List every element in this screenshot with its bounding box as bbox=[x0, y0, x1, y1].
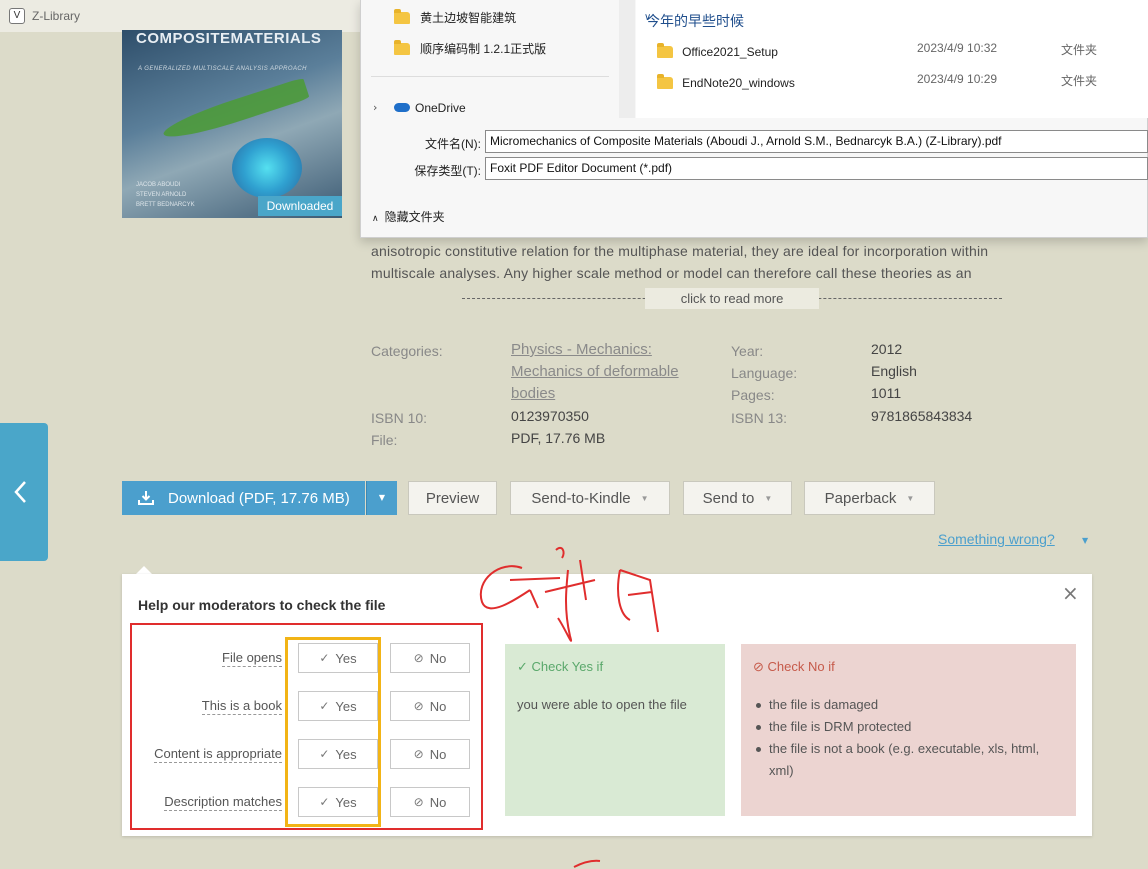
folder-icon bbox=[657, 42, 673, 58]
description-line: multiscale analyses. Any higher scale me… bbox=[371, 265, 972, 281]
filename-label: 文件名(N): bbox=[425, 137, 481, 151]
check-no-list: the file is damaged the file is DRM prot… bbox=[753, 694, 1053, 782]
pages-value: 1011 bbox=[871, 385, 902, 401]
paperback-label: Paperback bbox=[824, 489, 897, 507]
downloaded-badge: Downloaded bbox=[258, 196, 342, 216]
download-dropdown-caret-icon[interactable]: ▼ bbox=[366, 481, 397, 515]
check-icon: ✓ bbox=[517, 659, 532, 674]
check-yes-heading: ✓ Check Yes if bbox=[517, 659, 603, 675]
send-to-button[interactable]: Send to ▼ bbox=[683, 481, 792, 515]
hide-folders-label: 隐藏文件夹 bbox=[384, 210, 445, 224]
download-icon bbox=[138, 491, 154, 505]
expand-chevron-icon[interactable]: › bbox=[373, 101, 377, 114]
file-value: PDF, 17.76 MB bbox=[511, 430, 606, 446]
year-label: Year: bbox=[731, 343, 764, 359]
cover-heatmap-illustration bbox=[232, 138, 302, 198]
file-name: Office2021_Setup bbox=[682, 45, 778, 59]
chevron-up-icon: ∧ bbox=[372, 213, 379, 223]
file-date: 2023/4/9 10:32 bbox=[917, 41, 998, 55]
isbn10-value: 0123970350 bbox=[511, 408, 589, 424]
send-to-label: Send to bbox=[702, 489, 755, 507]
tab-title[interactable]: Z-Library bbox=[32, 9, 80, 23]
red-scribble-fragment bbox=[573, 859, 601, 868]
file-row[interactable]: EndNote20_windows bbox=[657, 72, 795, 91]
close-icon[interactable]: × bbox=[1062, 581, 1079, 605]
preview-label: Preview bbox=[425, 489, 480, 507]
pane-splitter[interactable] bbox=[619, 0, 635, 118]
list-item: the file is damaged bbox=[753, 694, 1053, 716]
something-wrong-link[interactable]: Something wrong? bbox=[938, 531, 1055, 547]
paperback-button[interactable]: Paperback ▼ bbox=[804, 481, 935, 515]
send-to-kindle-label: Send-to-Kindle bbox=[531, 489, 631, 507]
cover-subtitle: A GENERALIZED MULTISCALE ANALYSIS APPROA… bbox=[138, 66, 307, 72]
send-to-kindle-button[interactable]: Send-to-Kindle ▼ bbox=[510, 481, 670, 515]
caret-down-icon: ▼ bbox=[640, 493, 649, 503]
language-label: Language: bbox=[731, 365, 798, 381]
category-link[interactable]: bodies bbox=[511, 383, 555, 405]
nav-folder-label: 黄土边坡智能建筑 bbox=[420, 11, 517, 25]
language-value: English bbox=[871, 363, 917, 379]
description-line: anisotropic constitutive relation for th… bbox=[371, 243, 989, 259]
isbn13-value: 9781865843834 bbox=[871, 408, 973, 424]
yellow-highlight-annotation bbox=[285, 637, 381, 827]
cover-authors: JACOB ABOUDI STEVEN ARNOLD BRETT BEDNARC… bbox=[136, 180, 195, 210]
list-item: the file is DRM protected bbox=[753, 716, 1053, 738]
download-label: Download (PDF, 17.76 MB) bbox=[168, 489, 350, 507]
site-favicon-icon: V bbox=[9, 8, 25, 24]
folder-icon bbox=[657, 73, 673, 89]
moderation-title: Help our moderators to check the file bbox=[138, 597, 386, 613]
cover-author: JACOB ABOUDI bbox=[136, 182, 181, 188]
caret-down-icon[interactable]: ▼ bbox=[1082, 536, 1088, 545]
nav-divider bbox=[371, 76, 609, 77]
categories-label: Categories: bbox=[371, 343, 443, 359]
file-date: 2023/4/9 10:29 bbox=[917, 72, 998, 86]
nav-folder-label: 顺序编码制 1.2.1正式版 bbox=[420, 42, 547, 56]
download-button[interactable]: Download (PDF, 17.76 MB) bbox=[122, 481, 365, 515]
read-more-button[interactable]: click to read more bbox=[645, 288, 819, 309]
nav-folder-item[interactable]: 顺序编码制 1.2.1正式版 bbox=[394, 38, 546, 57]
category-link[interactable]: Physics - Mechanics: bbox=[511, 339, 652, 361]
nav-folder-item[interactable]: 黄土边坡智能建筑 bbox=[394, 7, 516, 26]
panel-pointer bbox=[136, 566, 152, 574]
check-no-heading: ⊘ Check No if bbox=[753, 659, 835, 675]
filename-input[interactable]: Micromechanics of Composite Materials (A… bbox=[485, 130, 1148, 153]
nav-onedrive[interactable]: OneDrive bbox=[415, 101, 466, 115]
file-name: EndNote20_windows bbox=[682, 76, 795, 90]
file-type: 文件夹 bbox=[1061, 74, 1098, 88]
folder-icon bbox=[394, 39, 410, 55]
pages-label: Pages: bbox=[731, 387, 775, 403]
handwritten-scribble-annotation bbox=[479, 546, 659, 642]
preview-button[interactable]: Preview bbox=[408, 481, 497, 515]
caret-down-icon: ▼ bbox=[906, 493, 915, 503]
cover-author: STEVEN ARNOLD bbox=[136, 192, 187, 198]
category-link[interactable]: Mechanics of deformable bbox=[511, 361, 679, 383]
caret-down-icon: ▼ bbox=[764, 493, 773, 503]
hide-folders-toggle[interactable]: ∧ 隐藏文件夹 bbox=[372, 208, 445, 225]
filetype-select[interactable]: Foxit PDF Editor Document (*.pdf) bbox=[485, 157, 1148, 180]
year-value: 2012 bbox=[871, 341, 903, 357]
file-type: 文件夹 bbox=[1061, 43, 1098, 57]
cover-author: BRETT BEDNARCYK bbox=[136, 202, 195, 208]
chevron-left-icon bbox=[14, 481, 26, 503]
onedrive-cloud-icon bbox=[394, 103, 410, 112]
filetype-label: 保存类型(T): bbox=[414, 164, 481, 178]
file-group-header[interactable]: 今年的早些时候 bbox=[646, 11, 744, 31]
check-no-heading-text: Check No if bbox=[767, 659, 835, 674]
ban-icon: ⊘ bbox=[753, 659, 768, 674]
file-label: File: bbox=[371, 432, 398, 448]
isbn13-label: ISBN 13: bbox=[731, 410, 788, 426]
previous-arrow-button[interactable] bbox=[0, 423, 48, 561]
list-item: the file is not a book (e.g. executable,… bbox=[753, 738, 1053, 782]
check-yes-heading-text: Check Yes if bbox=[531, 659, 604, 674]
file-row[interactable]: Office2021_Setup bbox=[657, 41, 778, 60]
folder-icon bbox=[394, 8, 410, 24]
isbn10-label: ISBN 10: bbox=[371, 410, 428, 426]
check-yes-text: you were able to open the file bbox=[517, 697, 687, 712]
cover-title: COMPOSITEMATERIALS bbox=[136, 30, 322, 47]
